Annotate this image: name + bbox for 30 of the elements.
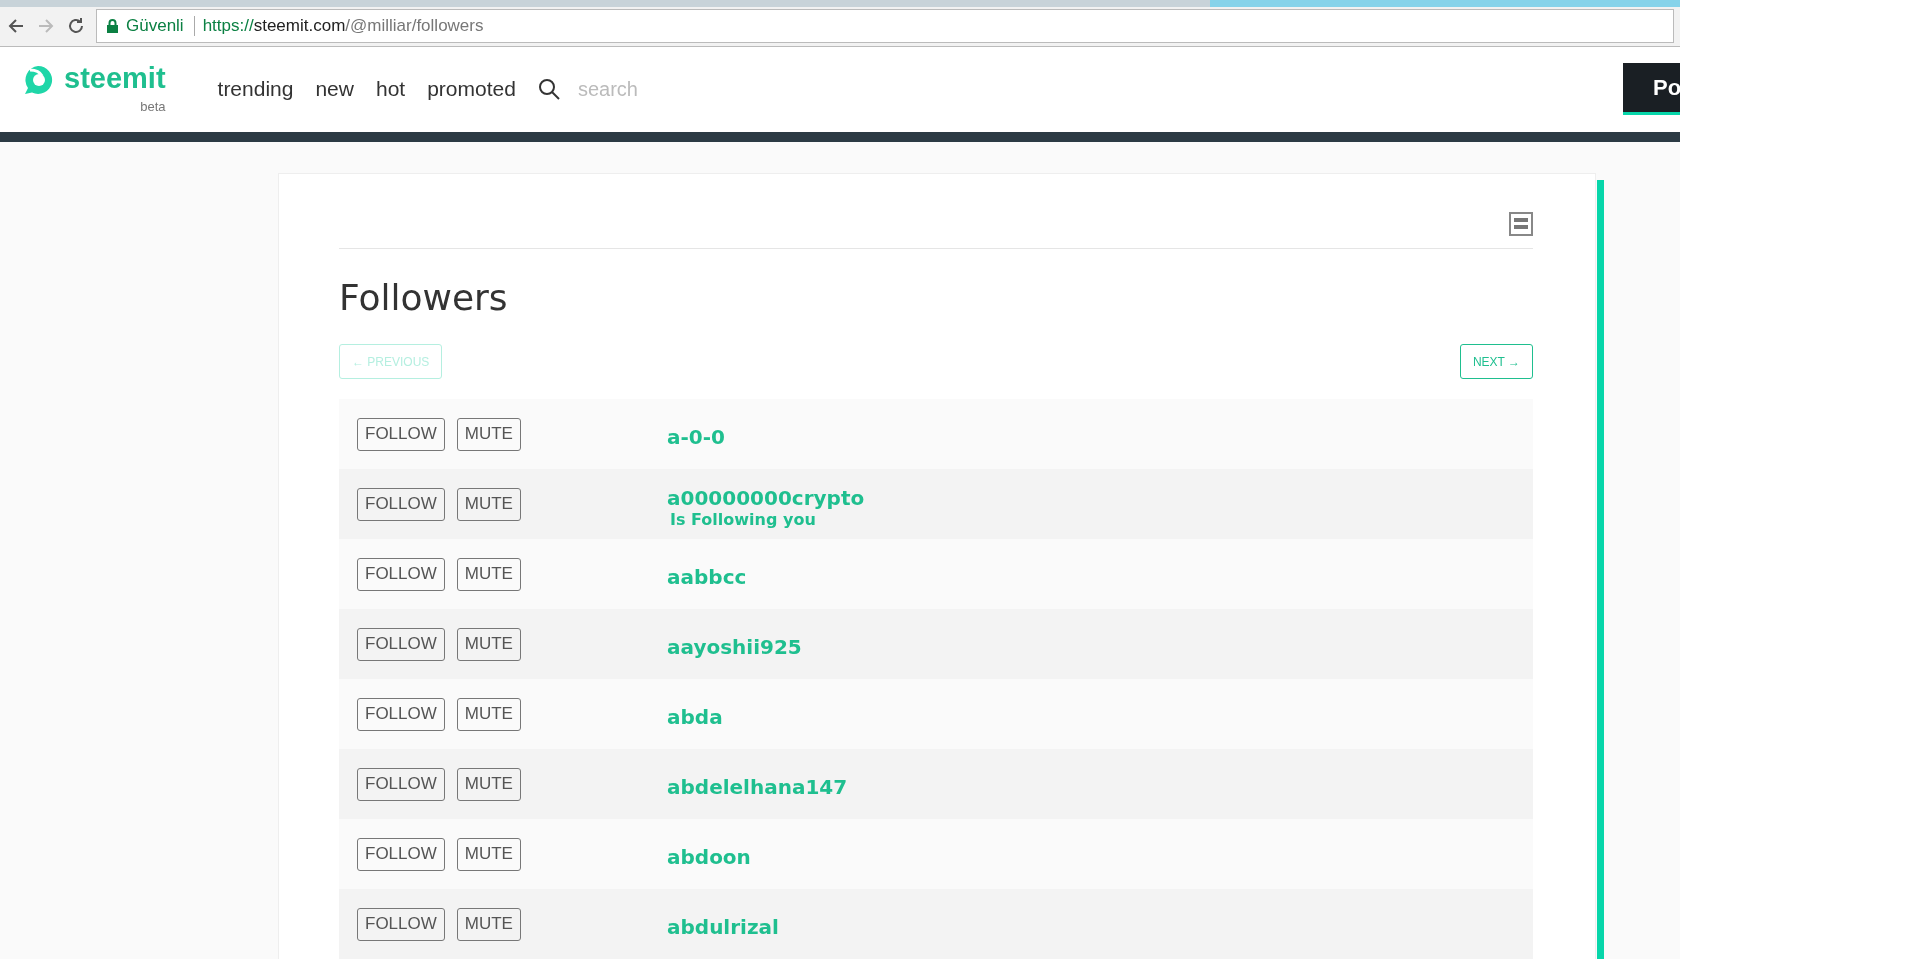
list-view-icon[interactable]: [1509, 212, 1533, 236]
mute-button[interactable]: MUTE: [456, 417, 521, 451]
follow-button[interactable]: FOLLOW: [357, 697, 445, 731]
mute-button[interactable]: MUTE: [456, 907, 521, 941]
search-icon[interactable]: [537, 78, 560, 101]
mute-button[interactable]: MUTE: [456, 487, 521, 521]
mute-button[interactable]: MUTE: [456, 767, 521, 801]
follow-button[interactable]: FOLLOW: [357, 557, 445, 591]
nav-link[interactable]: new: [315, 77, 354, 102]
follow-button[interactable]: FOLLOW: [357, 487, 445, 521]
secure-label: Güvenli: [126, 16, 195, 37]
mute-button[interactable]: MUTE: [456, 627, 521, 661]
follow-button[interactable]: FOLLOW: [357, 627, 445, 661]
mute-button[interactable]: MUTE: [456, 837, 521, 871]
follow-button[interactable]: FOLLOW: [357, 907, 445, 941]
nav-link[interactable]: trending: [217, 77, 294, 102]
page-title: Followers: [339, 277, 509, 318]
post-button[interactable]: Po: [1623, 63, 1680, 116]
address-bar[interactable]: Güvenli https://steemit.com/@milliar/followers: [96, 9, 1674, 44]
follow-button[interactable]: FOLLOW: [357, 767, 445, 801]
beta-label: beta: [140, 99, 166, 115]
url-text: https://steemit.com/@milliar/followers: [202, 16, 484, 37]
mute-button[interactable]: MUTE: [456, 557, 521, 591]
follows-you-label: Is Following you: [670, 509, 817, 529]
mute-button[interactable]: MUTE: [456, 697, 521, 731]
nav-link[interactable]: promoted: [427, 77, 516, 102]
follow-button[interactable]: FOLLOW: [357, 837, 445, 871]
nav-link[interactable]: hot: [375, 77, 406, 102]
lock-icon: [107, 19, 118, 34]
follow-button[interactable]: FOLLOW: [357, 417, 445, 451]
